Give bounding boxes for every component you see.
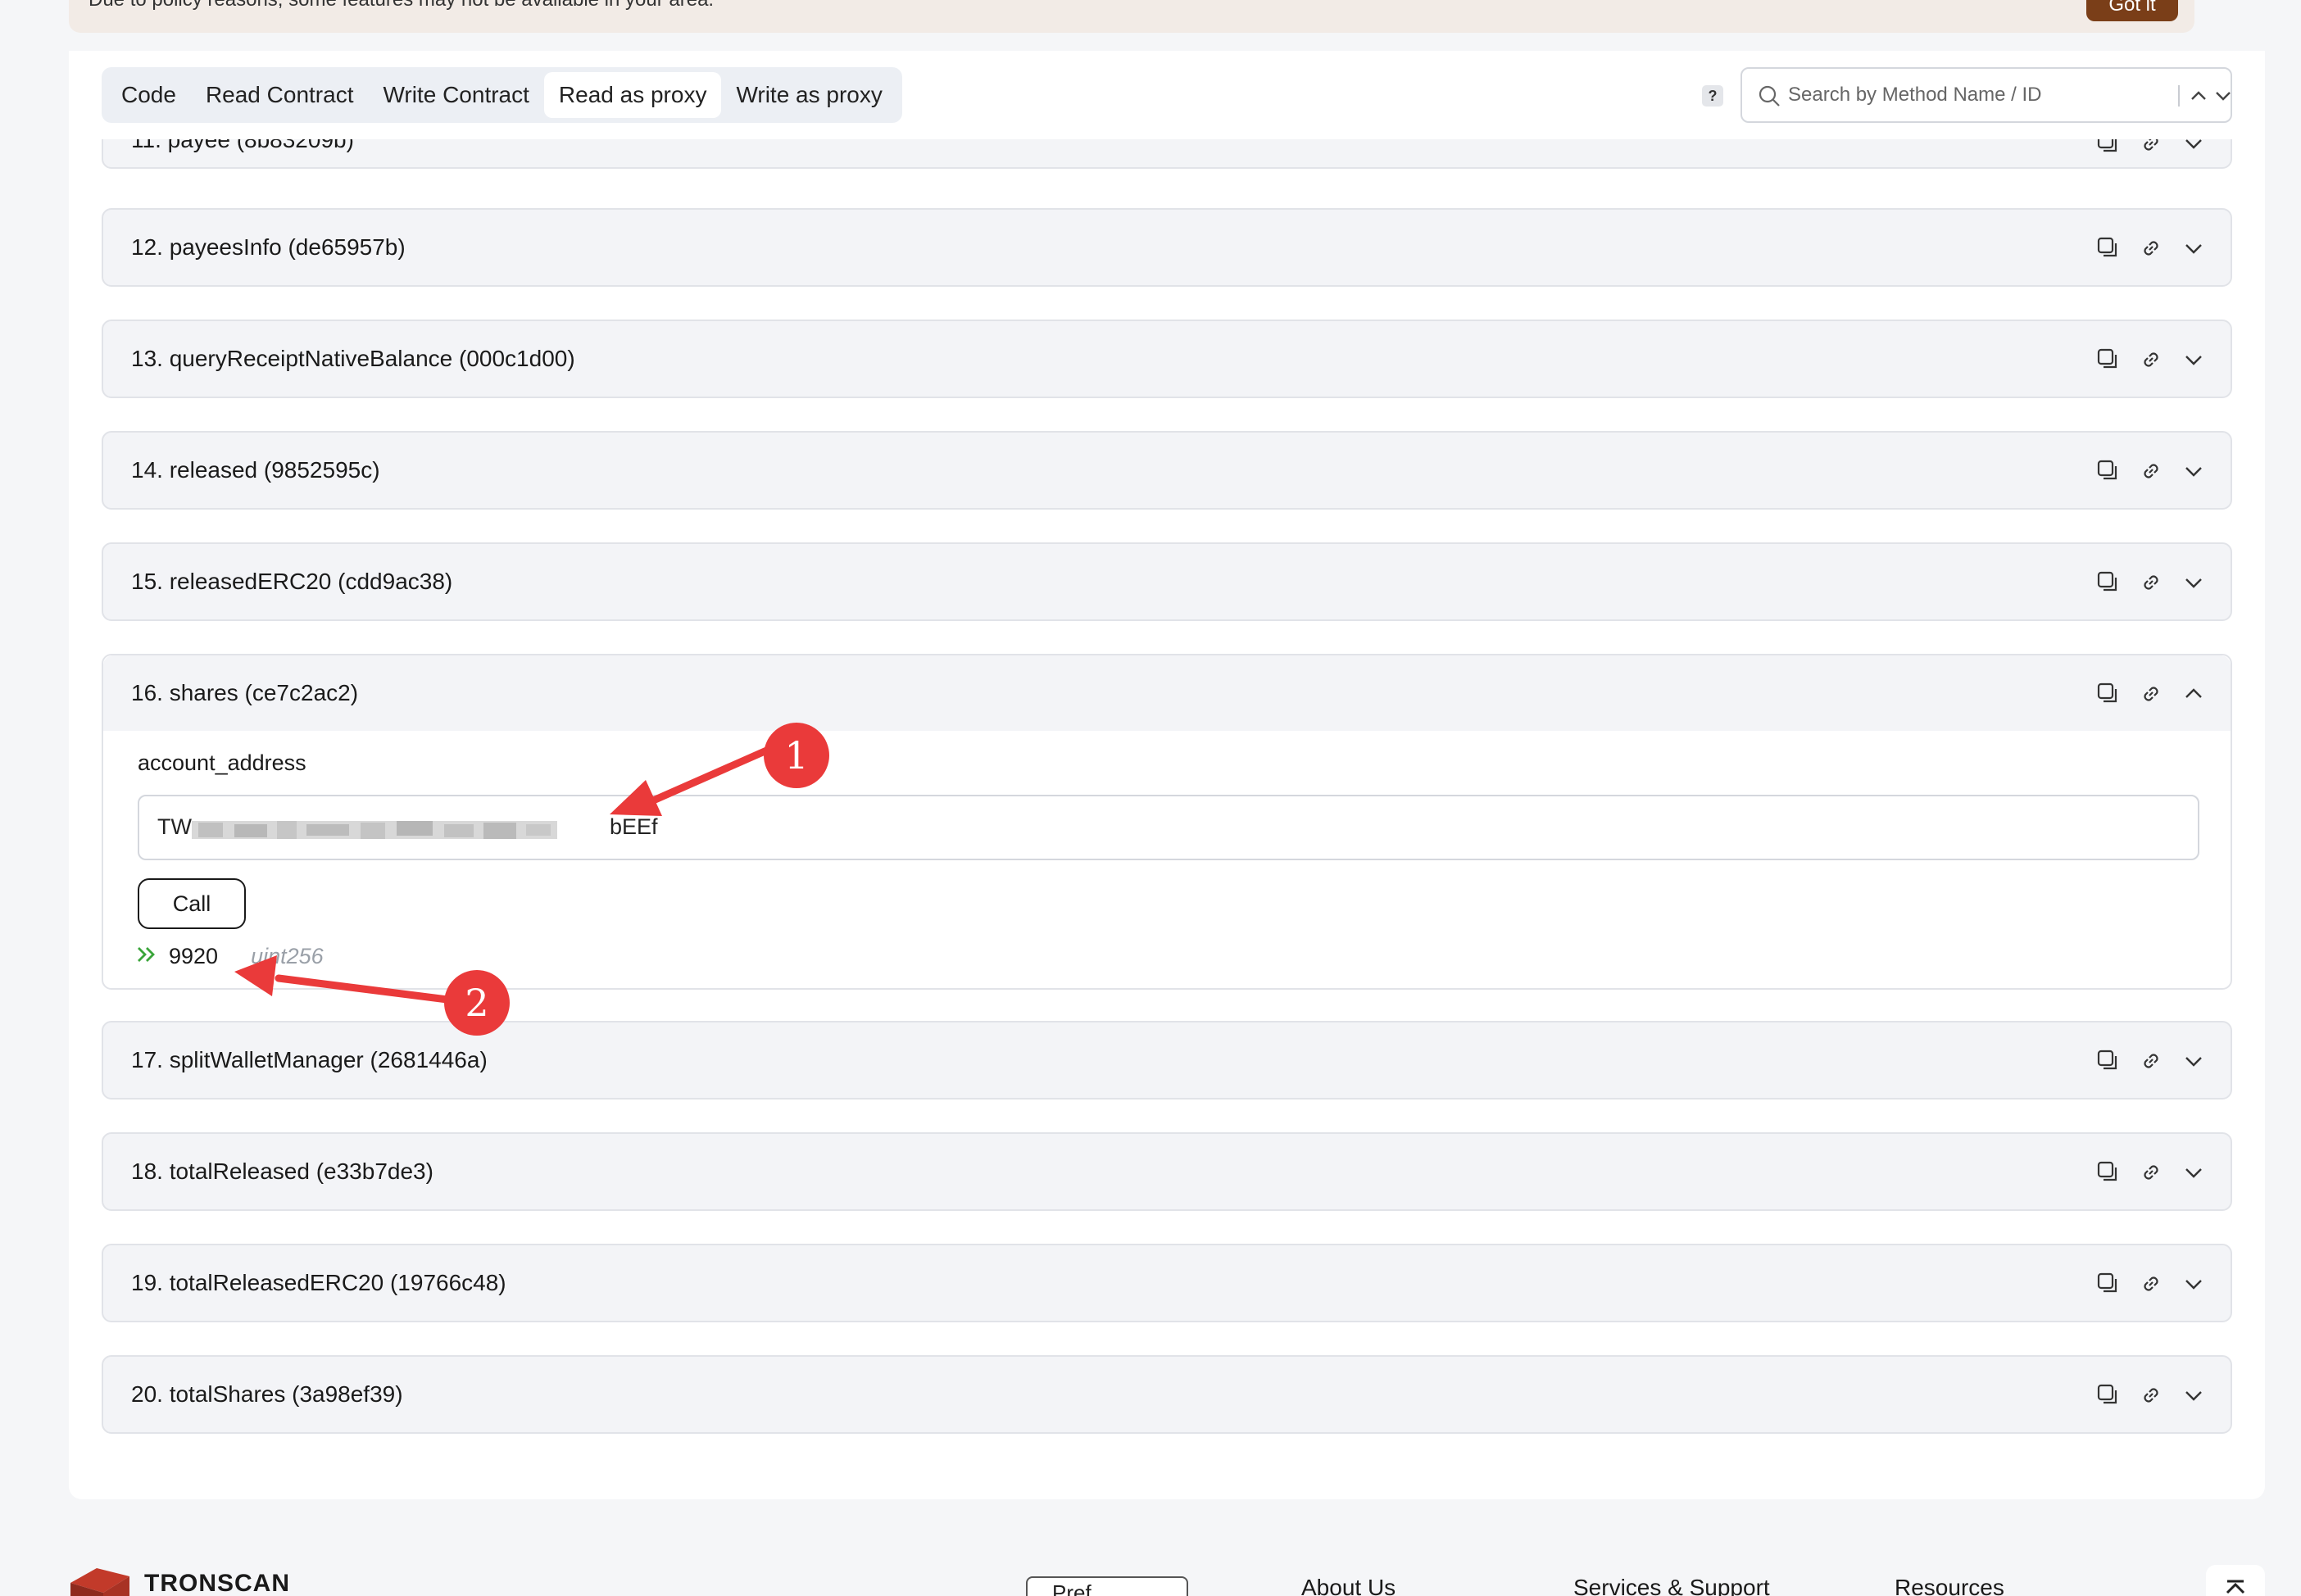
method-search [1740,67,2232,123]
chevron-down-icon[interactable] [2181,347,2206,372]
copy-icon[interactable] [2096,459,2121,483]
tronscan-logo-icon [67,1565,133,1596]
param-label-account-address: account_address [138,750,306,775]
method-row-totalshares[interactable]: 20. totalShares (3a98ef39) [102,1355,2232,1434]
method-title: 12. payeesInfo (de65957b) [131,234,406,260]
back-to-top-button[interactable] [2206,1565,2265,1596]
chevron-down-icon[interactable] [2181,459,2206,483]
method-title: 13. queryReceiptNativeBalance (000c1d00) [131,346,575,371]
policy-banner: Due to policy reasons, some features may… [69,0,2194,33]
method-title: 20. totalShares (3a98ef39) [131,1381,403,1407]
copy-icon[interactable] [2096,570,2121,595]
method-title: 18. totalReleased (e33b7de3) [131,1158,433,1184]
policy-banner-text: Due to policy reasons, some features may… [88,0,714,11]
address-prefix: TW [157,814,192,839]
tab-write-contract[interactable]: Write Contract [368,72,543,118]
arrow-up-icon [2226,1580,2245,1594]
footer-brand: TRONSCAN [144,1569,290,1596]
tab-write-as-proxy[interactable]: Write as proxy [721,72,896,118]
site-footer: TRONSCAN Pref About Us Services & Suppor… [0,1499,2301,1596]
link-icon[interactable] [2139,1272,2163,1296]
double-chevron-right-icon [136,944,157,969]
link-icon[interactable] [2139,459,2163,483]
address-suffix: bEEf [610,814,658,839]
copy-icon[interactable] [2096,1049,2121,1073]
chevron-up-icon[interactable] [2188,85,2209,111]
preferences-select[interactable]: Pref [1026,1576,1188,1596]
tab-read-as-proxy[interactable]: Read as proxy [543,72,722,118]
link-icon[interactable] [2139,682,2163,706]
method-row-payeesinfo[interactable]: 12. payeesInfo (de65957b) [102,208,2232,287]
method-title: 14. released (9852595c) [131,457,380,483]
footer-link-services-support[interactable]: Services & Support [1573,1575,1770,1596]
method-title: 16. shares (ce7c2ac2) [131,680,359,705]
copy-icon[interactable] [2096,1272,2121,1296]
result-type: uint256 [251,944,324,968]
chevron-down-icon[interactable] [2181,1272,2206,1296]
address-redaction [192,818,557,846]
chevron-down-icon[interactable] [2181,1160,2206,1185]
chevron-down-icon[interactable] [2212,85,2234,111]
annotation-marker-2: 2 [444,970,510,1036]
method-row-releasederc20[interactable]: 15. releasedERC20 (cdd9ac38) [102,542,2232,621]
chevron-up-icon[interactable] [2181,682,2206,706]
search-icon [1757,84,1781,112]
search-divider [2178,85,2180,107]
method-row-released[interactable]: 14. released (9852595c) [102,431,2232,510]
contract-tabs: Code Read Contract Write Contract Read a… [102,67,902,123]
tab-read-contract[interactable]: Read Contract [191,72,369,118]
link-icon[interactable] [2139,1383,2163,1408]
result-value: 9920 [169,944,219,968]
link-icon[interactable] [2139,1160,2163,1185]
tab-code[interactable]: Code [107,72,191,118]
search-input[interactable] [1788,77,2132,113]
account-address-input[interactable]: TW bEEf [138,795,2199,860]
copy-icon[interactable] [2096,236,2121,261]
chevron-down-icon[interactable] [2181,1049,2206,1073]
method-row-shares: 16. shares (ce7c2ac2) account_address TW [102,654,2232,990]
link-icon[interactable] [2139,1049,2163,1073]
chevron-down-icon[interactable] [2181,236,2206,261]
footer-logo[interactable]: TRONSCAN [67,1565,290,1596]
method-header[interactable]: 16. shares (ce7c2ac2) [103,655,2231,731]
method-title: 17. splitWalletManager (2681446a) [131,1047,488,1072]
link-icon[interactable] [2139,236,2163,261]
footer-link-resources[interactable]: Resources [1895,1575,2004,1596]
call-button[interactable]: Call [138,878,246,929]
method-title: 15. releasedERC20 (cdd9ac38) [131,569,453,594]
link-icon[interactable] [2139,570,2163,595]
call-result: 9920 uint256 [136,944,324,969]
annotation-marker-1: 1 [764,723,829,788]
copy-icon[interactable] [2096,1383,2121,1408]
got-it-button[interactable]: Got it [2086,0,2178,21]
footer-link-about-us[interactable]: About Us [1301,1575,1396,1596]
help-icon[interactable]: ? [1702,85,1723,107]
copy-icon[interactable] [2096,347,2121,372]
method-title: 19. totalReleasedERC20 (19766c48) [131,1270,506,1295]
link-icon[interactable] [2139,347,2163,372]
copy-icon[interactable] [2096,1160,2121,1185]
method-row-queryreceiptnativebalance[interactable]: 13. queryReceiptNativeBalance (000c1d00) [102,320,2232,398]
method-row-totalreleased[interactable]: 18. totalReleased (e33b7de3) [102,1132,2232,1211]
chevron-down-icon[interactable] [2181,1383,2206,1408]
contract-toolbar: Code Read Contract Write Contract Read a… [69,51,2265,139]
method-row-splitwalletmanager[interactable]: 17. splitWalletManager (2681446a) [102,1021,2232,1100]
method-row-totalreleasederc20[interactable]: 19. totalReleasedERC20 (19766c48) [102,1244,2232,1322]
copy-icon[interactable] [2096,682,2121,706]
chevron-down-icon[interactable] [2181,570,2206,595]
